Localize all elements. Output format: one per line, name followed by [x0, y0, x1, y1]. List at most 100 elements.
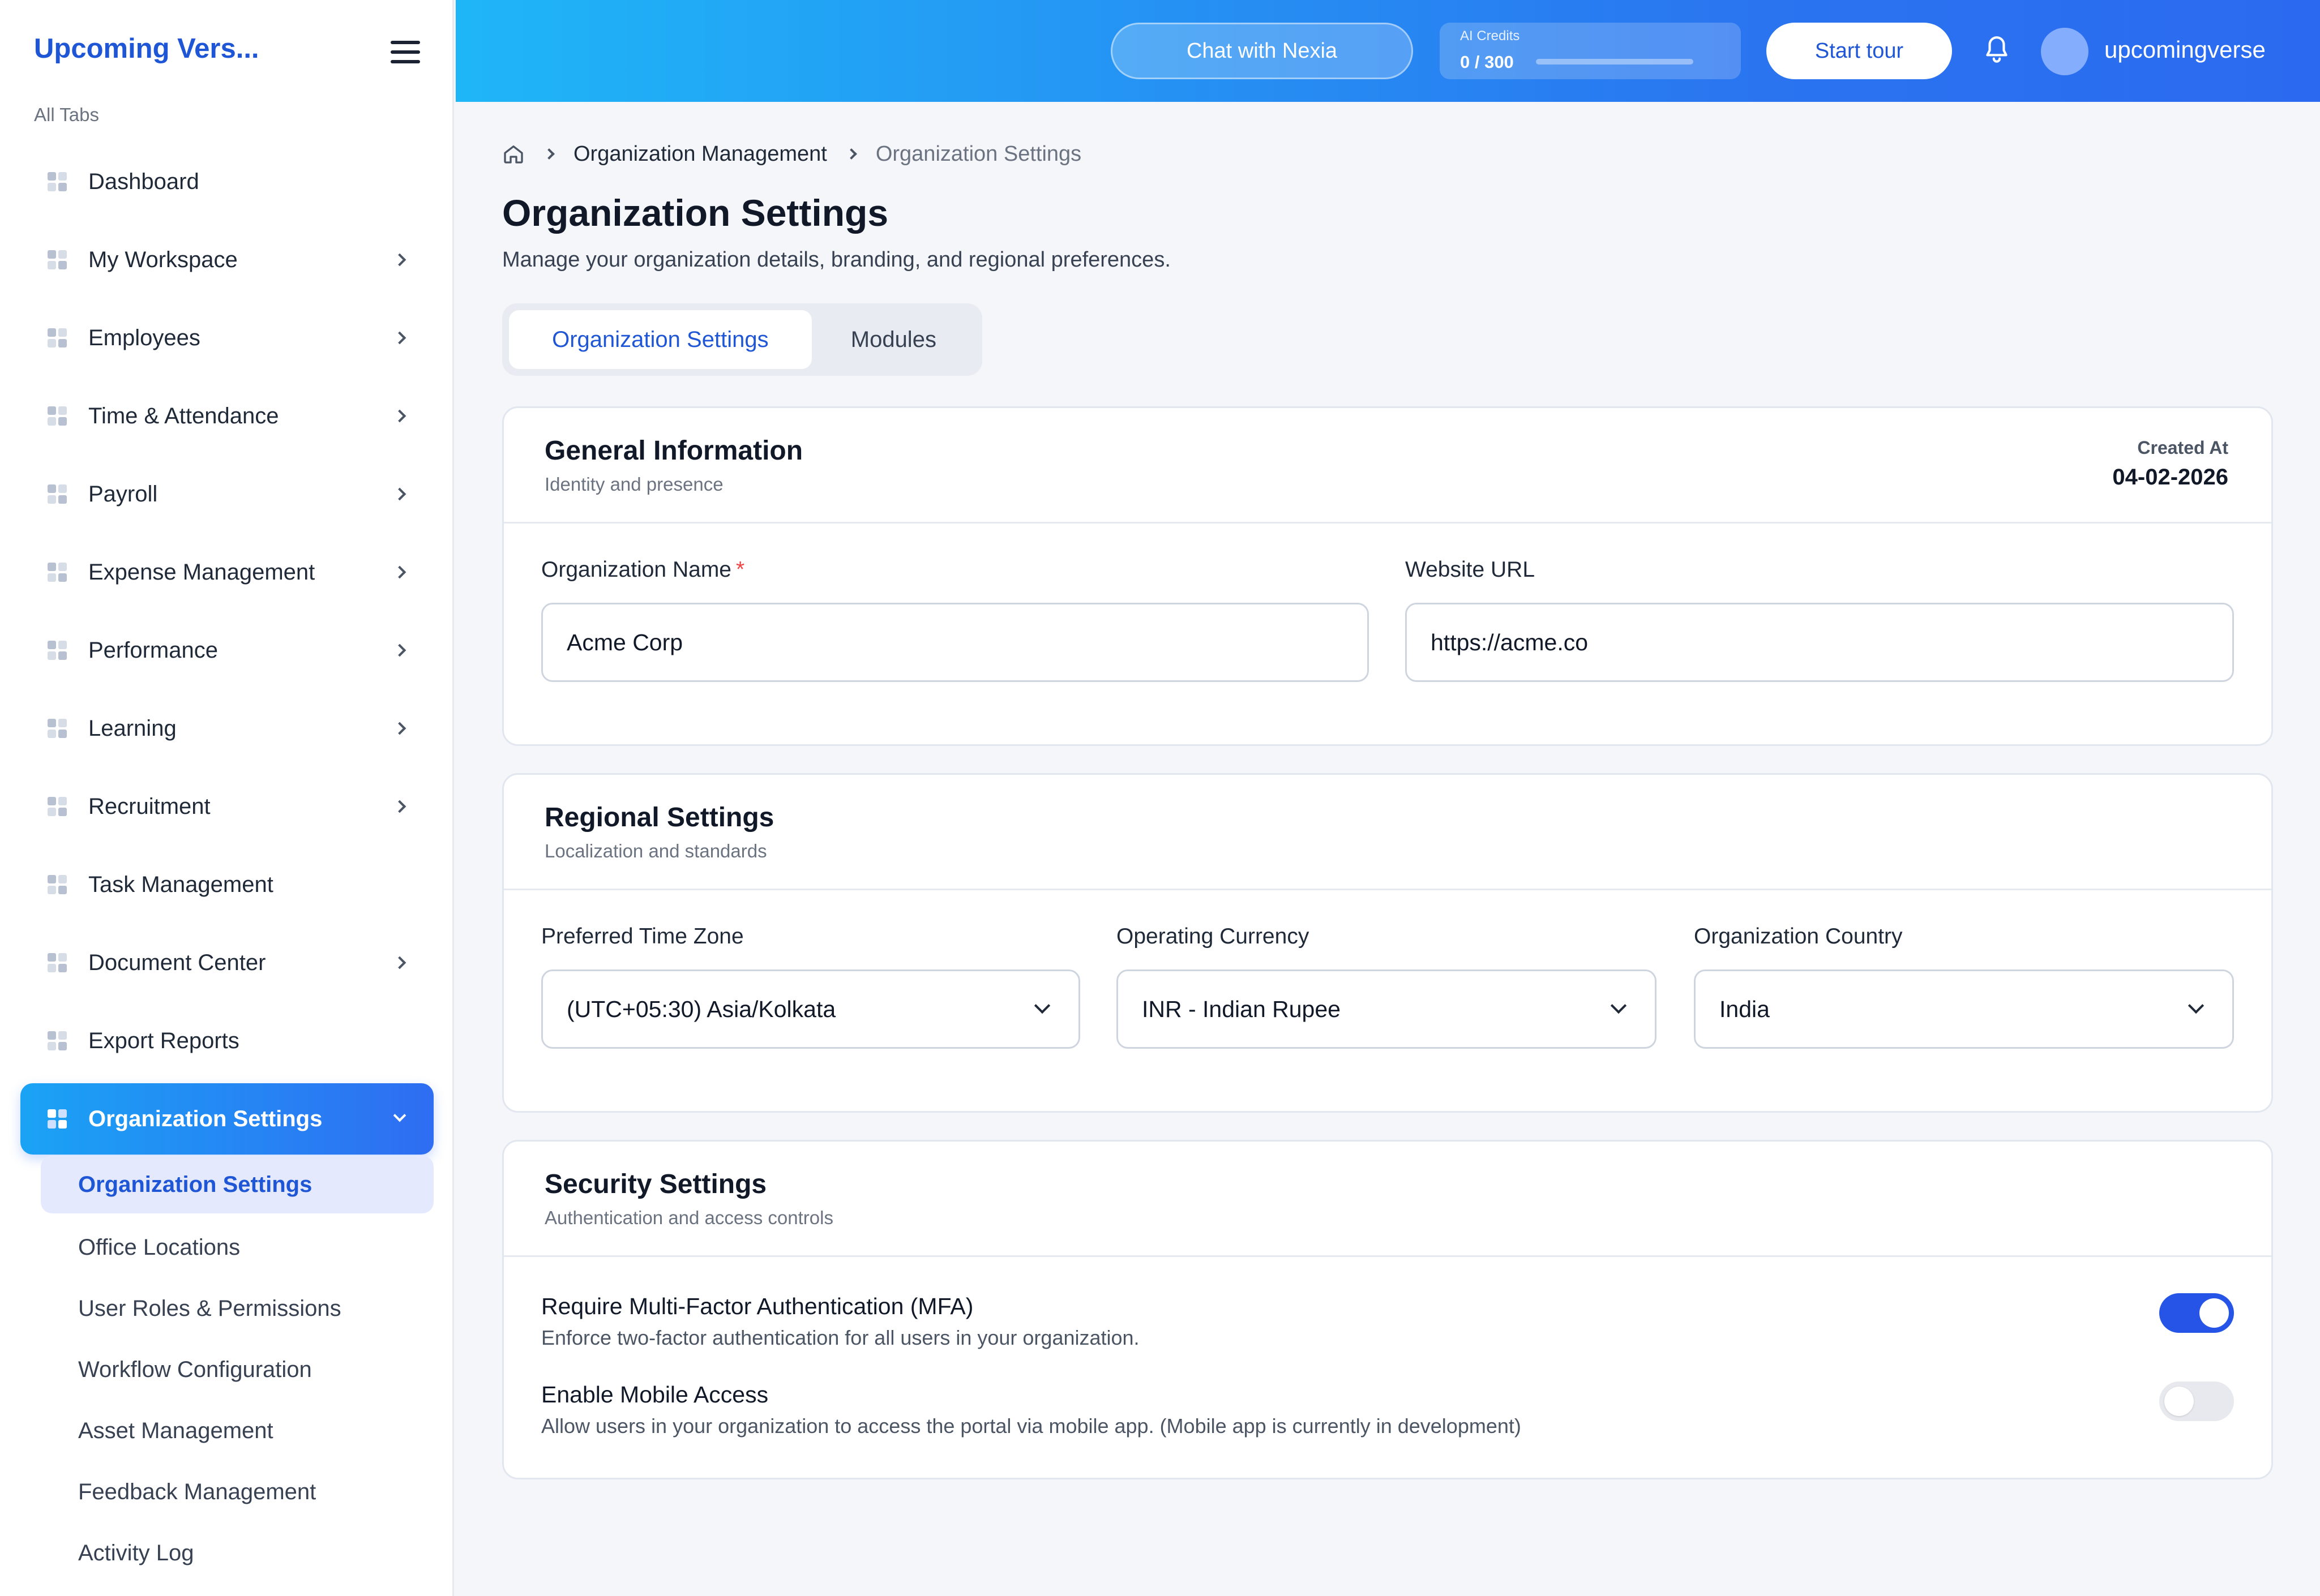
brand-name[interactable]: Upcoming Vers... [34, 33, 259, 65]
sidebar-item-payroll[interactable]: Payroll [20, 455, 434, 533]
currency-select[interactable]: INR - Indian Rupee [1116, 969, 1656, 1049]
website-url-input[interactable]: https://acme.co [1405, 603, 2234, 682]
tab-modules[interactable]: Modules [812, 310, 975, 369]
country-label: Organization Country [1694, 924, 1903, 949]
organization-name-input[interactable]: Acme Corp [541, 603, 1369, 682]
sidebar-item-label: Performance [88, 637, 218, 663]
grid-icon [48, 797, 67, 816]
grid-icon [48, 641, 67, 660]
bell-icon[interactable] [1983, 35, 2011, 66]
sidebar-item-organization-settings[interactable]: Organization Settings [20, 1083, 434, 1155]
grid-icon [48, 875, 67, 894]
subnav-item-organization-settings[interactable]: Organization Settings [41, 1156, 434, 1213]
subnav-item-workflow-configuration[interactable]: Workflow Configuration [41, 1339, 434, 1400]
website-url-label: Website URL [1405, 557, 1535, 582]
sidebar-item-expense-management[interactable]: Expense Management [20, 533, 434, 611]
subnav-item-activity-log[interactable]: Activity Log [41, 1522, 434, 1584]
mfa-description: Enforce two-factor authentication for al… [541, 1326, 1140, 1349]
chevron-down-icon [2188, 997, 2205, 1014]
chevron-right-icon [393, 409, 406, 423]
sidebar-item-label: Payroll [88, 481, 158, 507]
page-title: Organization Settings [502, 192, 889, 234]
sidebar-item-my-workspace[interactable]: My Workspace [20, 221, 434, 299]
breadcrumb-parent-link[interactable]: Organization Management [573, 142, 827, 166]
card-subtitle: Identity and presence [545, 474, 724, 495]
card-subtitle: Localization and standards [545, 840, 767, 861]
tab-organization-settings[interactable]: Organization Settings [509, 310, 812, 369]
avatar[interactable] [2041, 28, 2088, 75]
chevron-right-icon [393, 487, 406, 501]
chevron-down-icon [393, 1109, 406, 1122]
mfa-title: Require Multi-Factor Authentication (MFA… [541, 1293, 974, 1319]
created-at-label: Created At [2137, 437, 2228, 458]
settings-tabs: Organization Settings Modules [502, 303, 982, 376]
home-icon[interactable] [502, 143, 525, 165]
subnav-item-feedback-management[interactable]: Feedback Management [41, 1461, 434, 1522]
sidebar-item-label: My Workspace [88, 247, 238, 272]
organization-name-label: Organization Name * [541, 557, 744, 582]
chevron-right-icon [393, 565, 406, 579]
chevron-down-icon [1034, 997, 1051, 1014]
regional-settings-card: Regional Settings Localization and stand… [502, 773, 2273, 1113]
sidebar: Upcoming Vers... All Tabs Dashboard My W… [0, 0, 454, 1596]
card-header: General Information Identity and presenc… [504, 408, 2271, 524]
user-name[interactable]: upcomingverse [2104, 36, 2266, 63]
sidebar-item-task-management[interactable]: Task Management [20, 846, 434, 924]
chevron-right-icon [393, 722, 406, 735]
chat-with-nexia-button[interactable]: Chat with Nexia [1111, 23, 1413, 79]
grid-icon [48, 172, 67, 191]
sidebar-item-label: Task Management [88, 872, 273, 897]
sidebar-item-learning[interactable]: Learning [20, 689, 434, 767]
sidebar-item-time-attendance[interactable]: Time & Attendance [20, 377, 434, 455]
sidebar-item-document-center[interactable]: Document Center [20, 924, 434, 1002]
toggle-knob [2164, 1387, 2194, 1416]
grid-icon [48, 484, 67, 504]
mfa-toggle[interactable] [2159, 1293, 2234, 1333]
currency-value: INR - Indian Rupee [1142, 996, 1341, 1022]
mobile-access-description: Allow users in your organization to acce… [541, 1414, 1521, 1438]
sidebar-item-dashboard[interactable]: Dashboard [20, 143, 434, 221]
ai-credits-value: 0 / 300 [1460, 52, 1514, 72]
created-at-value: 04-02-2026 [2112, 465, 2228, 490]
time-zone-select[interactable]: (UTC+05:30) Asia/Kolkata [541, 969, 1080, 1049]
sidebar-item-label: Organization Settings [88, 1106, 323, 1131]
chevron-right-icon [393, 800, 406, 813]
grid-icon [48, 953, 67, 972]
breadcrumb: Organization Management Organization Set… [502, 137, 1081, 171]
sidebar-item-performance[interactable]: Performance [20, 611, 434, 689]
mobile-access-toggle[interactable] [2159, 1382, 2234, 1421]
page-subtitle: Manage your organization details, brandi… [502, 248, 1171, 272]
chevron-right-icon [393, 253, 406, 267]
grid-icon [48, 563, 67, 582]
sidebar-item-employees[interactable]: Employees [20, 299, 434, 377]
ai-credits-progress [1536, 59, 1693, 65]
country-select[interactable]: India [1694, 969, 2234, 1049]
breadcrumb-current: Organization Settings [875, 141, 1082, 166]
subnav-item-asset-management[interactable]: Asset Management [41, 1400, 434, 1461]
sidebar-item-label: Time & Attendance [88, 403, 279, 428]
chevron-right-icon [393, 331, 406, 345]
card-title: General Information [545, 436, 803, 466]
grid-icon [48, 328, 67, 347]
mobile-access-title: Enable Mobile Access [541, 1382, 769, 1408]
grid-icon [48, 1109, 67, 1129]
chevron-right-icon [393, 643, 406, 657]
security-settings-card: Security Settings Authentication and acc… [502, 1140, 2273, 1479]
subnav-item-office-locations[interactable]: Office Locations [41, 1217, 434, 1278]
card-header: Regional Settings Localization and stand… [504, 775, 2271, 890]
sidebar-item-label: Document Center [88, 950, 266, 975]
subnav-item-user-roles-permissions[interactable]: User Roles & Permissions [41, 1278, 434, 1339]
organization-name-label-text: Organization Name [541, 557, 731, 582]
grid-icon [48, 406, 67, 426]
chevron-right-icon [845, 148, 857, 160]
sidebar-item-label: Recruitment [88, 793, 211, 819]
sidebar-item-label: Dashboard [88, 169, 199, 194]
sidebar-item-label: Expense Management [88, 559, 315, 585]
chevron-right-icon [543, 148, 555, 160]
sidebar-item-recruitment[interactable]: Recruitment [20, 767, 434, 846]
menu-toggle-icon[interactable] [391, 41, 420, 63]
sidebar-item-export-reports[interactable]: Export Reports [20, 1002, 434, 1080]
card-subtitle: Authentication and access controls [545, 1207, 833, 1228]
grid-icon [48, 250, 67, 269]
start-tour-button[interactable]: Start tour [1766, 23, 1952, 79]
